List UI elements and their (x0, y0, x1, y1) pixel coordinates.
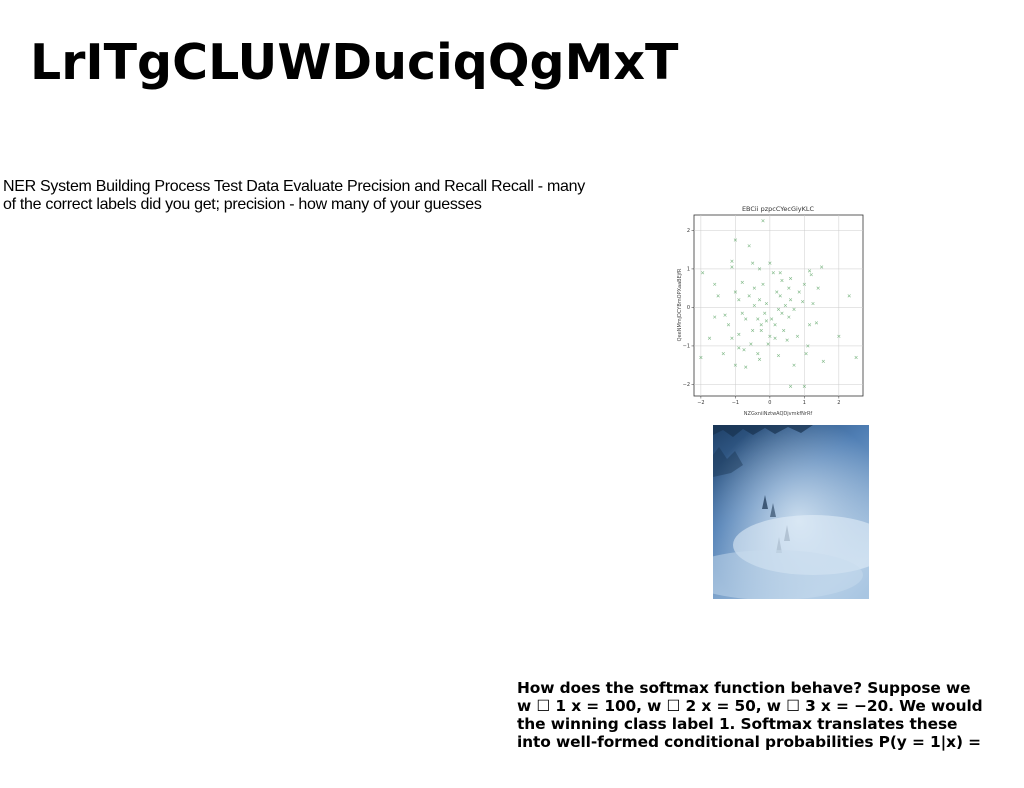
y-axis-label: QeeNMmjDCYBmOPXaaBEjfR (677, 268, 683, 341)
plot-area (693, 214, 864, 397)
caption-line: w ☐ 1 x = 100, w ☐ 2 x = 50, w ☐ 3 x = −… (517, 697, 983, 715)
forest-fog-photo (713, 425, 869, 599)
x-tick-label: 1 (803, 400, 806, 406)
x-tick-label: −1 (732, 400, 739, 406)
y-tick-label: −1 (683, 344, 690, 350)
x-tick-label: 0 (768, 400, 771, 406)
page-title: LrITgCLUWDuciqQgMxT (30, 34, 679, 91)
softmax-caption: How does the softmax function behave? Su… (517, 679, 1017, 751)
scatter-chart: −2 −1 0 1 2 2 1 0 −1 −2 EBCii pzpcCYecGiyKLC NZGx… (677, 205, 864, 417)
caption-line: into well-formed conditional probabiliti… (517, 733, 981, 751)
x-axis-label: NZGxniiNztwAQDjvmkfNrRf (744, 411, 813, 417)
caption-line: How does the softmax function behave? Su… (517, 679, 971, 697)
x-tick-label: 2 (837, 400, 840, 406)
x-tick-label: −2 (697, 400, 704, 406)
y-tick-label: 1 (687, 267, 690, 273)
y-tick-label: 0 (687, 305, 690, 311)
body-text: NER System Building Process Test Data Ev… (3, 178, 585, 213)
chart-title: EBCii pzpcCYecGiyKLC (742, 205, 815, 213)
y-tick-label: −2 (683, 382, 690, 388)
y-tick-label: 2 (687, 228, 690, 234)
caption-line: the winning class label 1. Softmax trans… (517, 715, 958, 733)
